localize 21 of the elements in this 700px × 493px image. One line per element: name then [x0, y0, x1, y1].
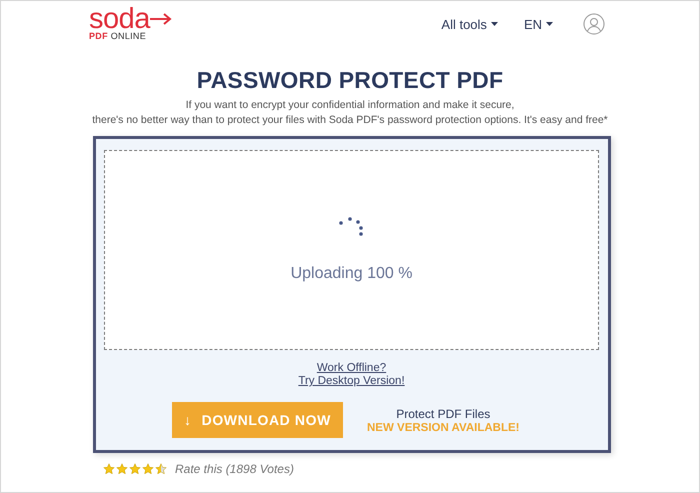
star-icon[interactable] — [142, 463, 154, 475]
user-icon[interactable] — [583, 13, 605, 35]
caret-icon — [490, 22, 498, 26]
product-name: Protect PDF Files — [396, 406, 490, 420]
star-icon[interactable] — [116, 463, 128, 475]
nav-dropdown[interactable]: All tools — [441, 16, 498, 32]
rating-text: Rate this (1898 Votes) — [175, 462, 294, 476]
page-title: PASSWORD PROTECT PDF — [196, 67, 504, 94]
nav-dropdown[interactable]: EN — [524, 16, 553, 32]
drop-zone[interactable]: Uploading 100 % — [104, 150, 599, 350]
star-icon[interactable] — [155, 463, 167, 475]
version-notice: NEW VERSION AVAILABLE! — [367, 422, 520, 434]
intro-text: If you want to encrypt your confidential information and make it secure, — [184, 98, 516, 113]
text-link[interactable]: Work Offline? — [316, 362, 386, 374]
text-link[interactable]: Try Desktop Version! — [298, 375, 405, 387]
caret-icon — [546, 22, 553, 26]
soda-logo[interactable]: soda PDF ONLINE — [89, 7, 172, 41]
intro-text: there's no better way than to protect your files with Soda PDF's password protection options. It's easy and free* — [91, 113, 609, 128]
star-icon[interactable] — [129, 463, 141, 475]
upload-status: Uploading 100 % — [290, 265, 412, 283]
star-icon[interactable] — [103, 463, 115, 475]
